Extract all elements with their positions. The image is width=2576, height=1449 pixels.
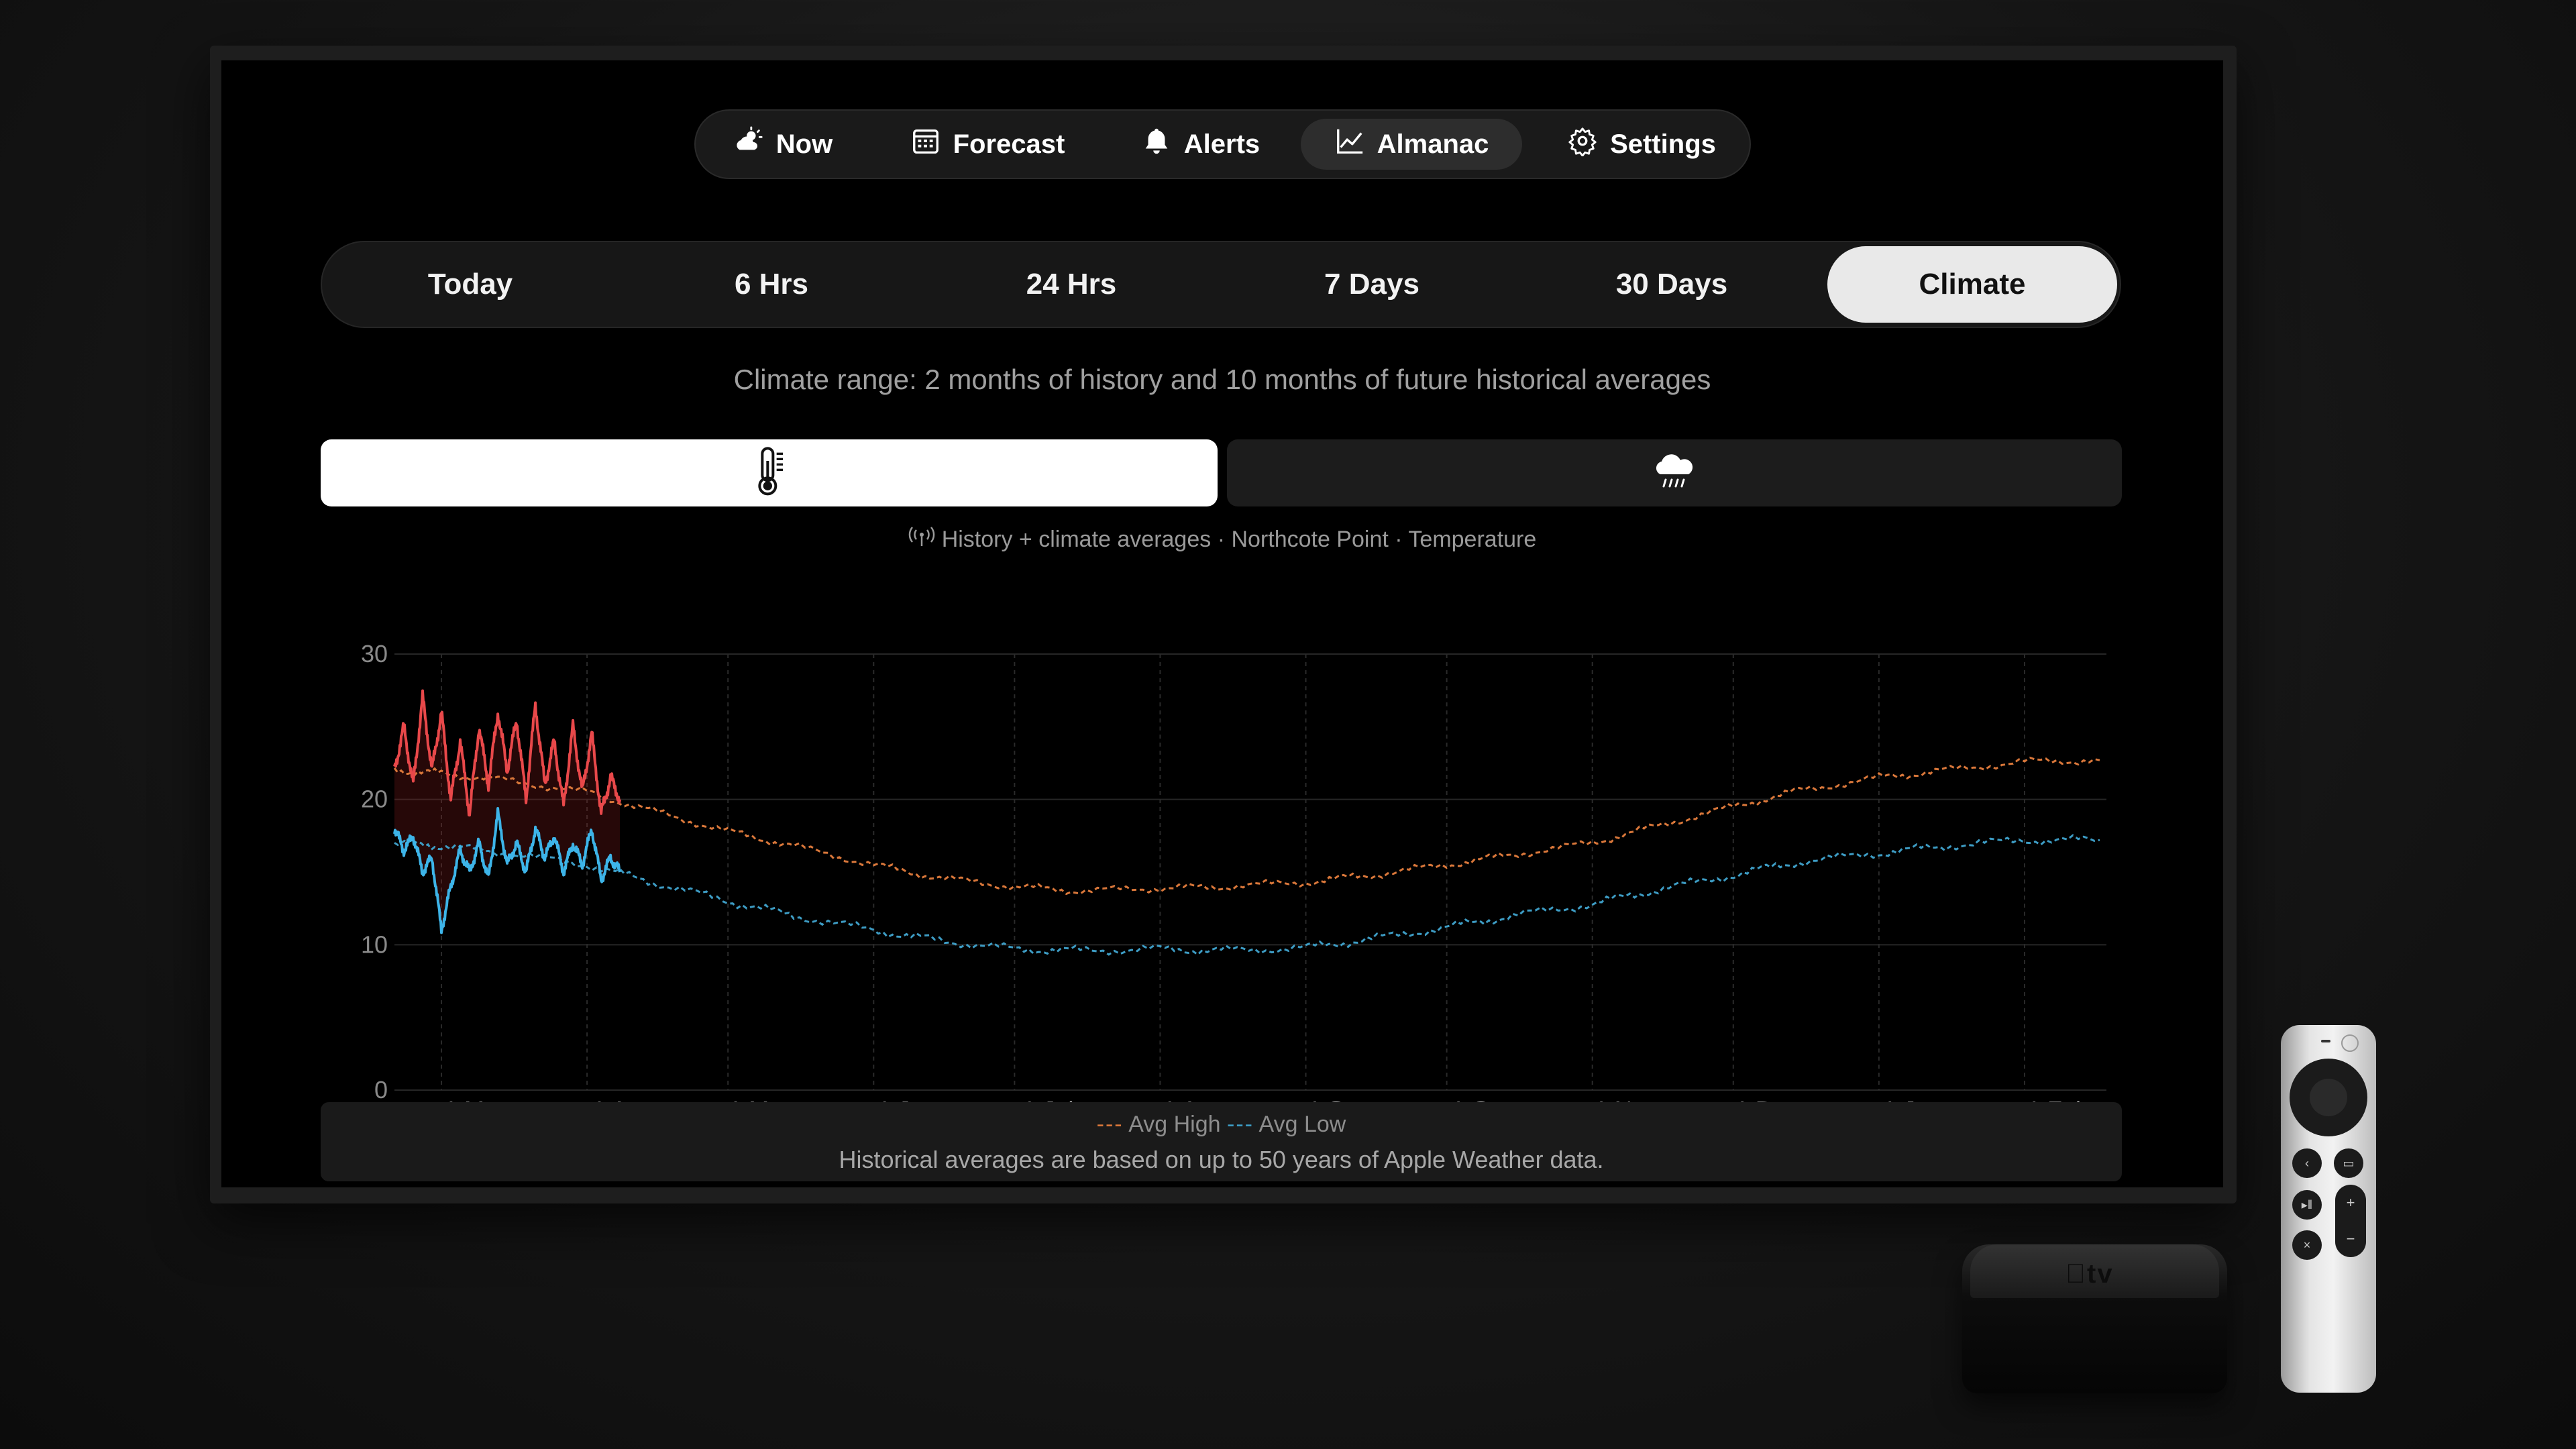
bell-icon: [1141, 125, 1172, 163]
play-pause-button[interactable]: ▸‖: [2292, 1190, 2322, 1220]
tab-climate[interactable]: Climate: [1827, 246, 2117, 323]
siri-remote: ‹ ▭ ▸‖ × + −: [2281, 1025, 2376, 1393]
y-tick-label: 0: [374, 1076, 388, 1104]
tv-screen: Now Forecast Alerts Almanac Settings Tod…: [221, 60, 2223, 1187]
avg-high-label: Avg High: [1128, 1112, 1221, 1137]
nav-alerts[interactable]: Alerts: [1132, 119, 1269, 170]
calendar-icon: [910, 125, 941, 163]
precipitation-toggle[interactable]: [1227, 439, 2122, 506]
cloud-sun-icon: [733, 125, 764, 163]
tab-24-hrs[interactable]: 24 Hrs: [927, 246, 1216, 323]
avg-low-dash: ---: [1227, 1112, 1254, 1137]
chart-subtitle: History + climate averages · Northcote P…: [221, 525, 2223, 554]
avg-low-line: [394, 834, 2100, 956]
climate-range-text: Climate range: 2 months of history and 1…: [733, 364, 1711, 395]
chart-line-icon: [1334, 125, 1365, 163]
tab-7-days[interactable]: 7 Days: [1228, 246, 1516, 323]
gear-icon: [1567, 125, 1598, 163]
tab-6-hrs[interactable]: 6 Hrs: [627, 246, 916, 323]
nav-forecast-label: Forecast: [953, 129, 1065, 159]
antenna-icon: [908, 525, 935, 554]
temperature-chart: 01020301 Mar1 Apr1 May1 Jun1 Jul1 Aug1 S…: [361, 640, 2106, 1124]
chart-subtitle-text: History + climate averages · Northcote P…: [941, 527, 1537, 552]
apple-tv-box: tv: [1962, 1244, 2227, 1393]
cloud-rain-icon: [1651, 445, 1698, 502]
nav-settings-label: Settings: [1610, 129, 1716, 159]
y-tick-label: 20: [361, 786, 388, 813]
nav-settings[interactable]: Settings: [1554, 119, 1729, 170]
nav-almanac-label: Almanac: [1377, 129, 1489, 159]
y-tick-label: 30: [361, 640, 388, 667]
nav-alerts-label: Alerts: [1183, 129, 1260, 159]
tab-today[interactable]: Today: [326, 246, 614, 323]
nav-forecast[interactable]: Forecast: [904, 119, 1071, 170]
history-range-band: [394, 698, 621, 930]
legend-row: --- Avg High --- Avg Low: [321, 1112, 2122, 1138]
apple-tv-top: tv: [1970, 1244, 2219, 1298]
avg-high-line: [393, 756, 2100, 896]
volume-rocker[interactable]: + −: [2335, 1185, 2366, 1257]
nav-now[interactable]: Now: [716, 119, 850, 170]
chart-legend: --- Avg High --- Avg Low Historical aver…: [321, 1102, 2122, 1181]
mute-button[interactable]: ×: [2292, 1230, 2322, 1260]
historical-note: Historical averages are based on up to 5…: [839, 1146, 1604, 1173]
apple-tv-logo: tv: [2065, 1259, 2112, 1289]
back-button[interactable]: ‹: [2292, 1148, 2322, 1178]
clickpad-wheel[interactable]: [2290, 1059, 2367, 1136]
avg-high-dash: ---: [1096, 1112, 1124, 1137]
tv-button[interactable]: ▭: [2334, 1148, 2363, 1178]
nav-almanac[interactable]: Almanac: [1301, 119, 1522, 170]
avg-low-label: Avg Low: [1258, 1112, 1346, 1137]
tab-30-days[interactable]: 30 Days: [1527, 246, 1816, 323]
power-button[interactable]: [2341, 1034, 2359, 1052]
temperature-toggle[interactable]: [321, 439, 1218, 506]
range-tabs: Today 6 Hrs 24 Hrs 7 Days 30 Days Climat…: [321, 241, 2121, 328]
nav-now-label: Now: [775, 129, 833, 159]
remote-microphone: [2321, 1040, 2330, 1042]
y-tick-label: 10: [361, 930, 388, 958]
thermometer-icon: [746, 445, 793, 502]
top-navigation: Now Forecast Alerts Almanac Settings: [694, 109, 1751, 179]
